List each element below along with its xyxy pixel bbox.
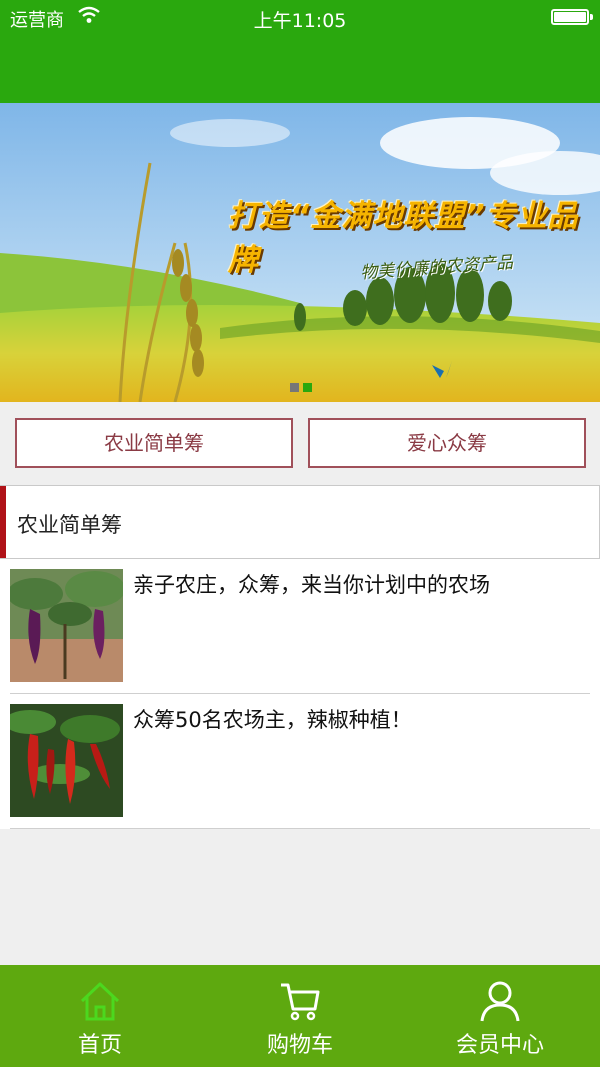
carousel-dot-active[interactable] xyxy=(303,383,312,392)
user-icon xyxy=(480,981,520,1022)
list-item-title: 亲子农庄，众筹，来当你计划中的农场 xyxy=(133,573,490,597)
tab-label: 首页 xyxy=(77,1033,122,1058)
agri-crowdfunding-button[interactable]: 农业简单筹 xyxy=(15,418,293,468)
carousel-indicator[interactable] xyxy=(290,377,316,396)
list-item[interactable]: 亲子农庄，众筹，来当你计划中的农场 xyxy=(10,559,590,694)
charity-crowdfunding-button[interactable]: 爱心众筹 xyxy=(308,418,586,468)
section-header: 农业简单筹 xyxy=(0,485,600,559)
tab-cart[interactable]: 购物车 xyxy=(200,965,400,1067)
app-header: 运营商 上午11:05 xyxy=(0,0,600,103)
battery-icon xyxy=(551,9,593,25)
cart-icon xyxy=(281,983,320,1021)
home-icon xyxy=(80,982,120,1021)
promo-banner[interactable]: 打造“金满地联盟”专业品牌 物美价廉的农资产品 xyxy=(0,103,600,402)
section-title: 农业简单筹 xyxy=(17,513,122,537)
status-time: 上午11:05 xyxy=(253,10,347,32)
status-bar: 运营商 上午11:05 xyxy=(0,0,600,34)
section-accent-bar xyxy=(0,486,6,558)
carousel-dot[interactable] xyxy=(290,383,299,392)
tab-member-center[interactable]: 会员中心 xyxy=(400,965,600,1067)
bottom-tabbar: 首页 购物车 会员中心 xyxy=(0,965,600,1067)
tab-home[interactable]: 首页 xyxy=(0,965,200,1067)
chili-photo xyxy=(10,704,123,817)
tab-label: 购物车 xyxy=(266,1033,333,1058)
project-list: 亲子农庄，众筹，来当你计划中的农场 众筹50名农场主，辣椒种植！ xyxy=(0,559,600,829)
list-item-title: 众筹50名农场主，辣椒种植！ xyxy=(133,708,412,732)
list-item[interactable]: 众筹50名农场主，辣椒种植！ xyxy=(10,694,590,829)
eggplant-photo xyxy=(10,569,123,682)
tab-label: 会员中心 xyxy=(455,1033,544,1058)
